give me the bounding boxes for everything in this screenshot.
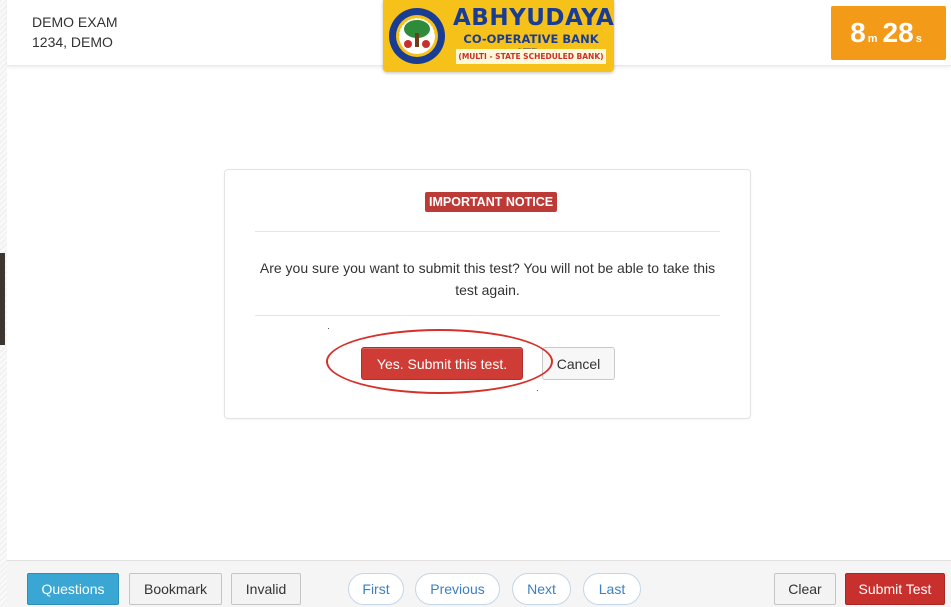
- invalid-button[interactable]: Invalid: [231, 573, 301, 605]
- previous-button[interactable]: Previous: [415, 573, 500, 605]
- timer-seconds-unit: s: [915, 33, 922, 45]
- footer-toolbar: Questions Bookmark Invalid First Previou…: [7, 560, 951, 607]
- countdown-timer: 8 m 28 s: [831, 6, 946, 60]
- first-button[interactable]: First: [348, 573, 404, 605]
- logo-tagline: (MULTI - STATE SCHEDULED BANK): [456, 49, 606, 64]
- artifact-dot: [328, 328, 329, 329]
- questions-button[interactable]: Questions: [27, 573, 119, 605]
- divider: [255, 231, 720, 232]
- submit-confirm-dialog: IMPORTANT NOTICE Are you sure you want t…: [224, 169, 751, 419]
- exam-name: DEMO EXAM: [32, 14, 118, 30]
- artifact-dot: [537, 390, 538, 391]
- next-button[interactable]: Next: [512, 573, 571, 605]
- confirm-message: Are you sure you want to submit this tes…: [259, 260, 716, 298]
- important-notice-badge: IMPORTANT NOTICE: [425, 192, 558, 212]
- exam-info: DEMO EXAM 1234, DEMO: [32, 12, 118, 52]
- last-button[interactable]: Last: [583, 573, 641, 605]
- timer-minutes-unit: m: [867, 33, 878, 45]
- clear-button[interactable]: Clear: [774, 573, 836, 605]
- submit-test-button[interactable]: Submit Test: [845, 573, 945, 605]
- timer-minutes: 8: [850, 17, 866, 48]
- bookmark-button[interactable]: Bookmark: [129, 573, 222, 605]
- timer-seconds: 28: [882, 17, 914, 48]
- bank-logo: ABHYUDAYA CO-OPERATIVE BANK LTD. (MULTI …: [383, 0, 614, 72]
- divider: [255, 315, 720, 316]
- candidate-info: 1234, DEMO: [32, 34, 113, 50]
- logo-title: ABHYUDAYA: [453, 5, 615, 31]
- background-page-element: [0, 253, 5, 345]
- bank-seal-icon: [389, 8, 445, 64]
- confirm-submit-button[interactable]: Yes. Submit this test.: [361, 347, 523, 380]
- cancel-button[interactable]: Cancel: [542, 347, 615, 380]
